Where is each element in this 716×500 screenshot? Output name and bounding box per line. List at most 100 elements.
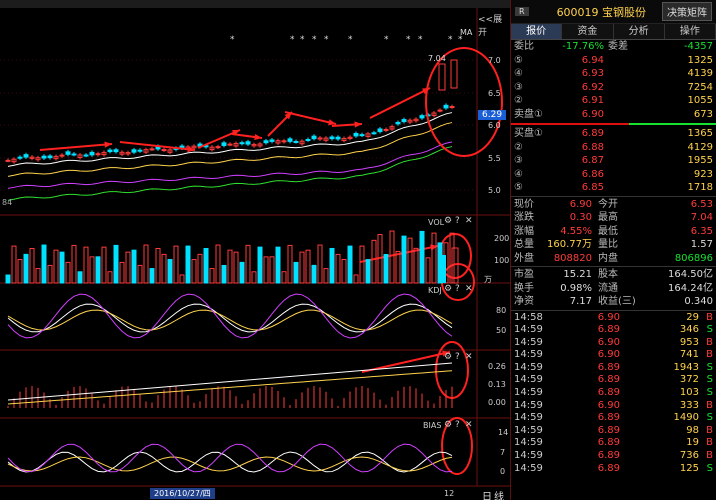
volume-bar: [293, 261, 299, 284]
order-book-row[interactable]: 买盘① 6.89 1365: [511, 127, 716, 141]
gear-icon[interactable]: ⚙: [444, 352, 452, 362]
order-book-row[interactable]: ⑤ 6.85 1718: [511, 181, 716, 195]
tick-row[interactable]: 14:59 6.89 736 B: [511, 450, 716, 463]
order-book-row[interactable]: ④ 6.86 923: [511, 168, 716, 182]
volume-bar: [341, 258, 347, 284]
volume-bar: [125, 251, 131, 284]
alert-star: *: [300, 35, 305, 45]
bias-tick: 7: [500, 448, 506, 457]
tick-side: B: [706, 336, 713, 348]
tick-row[interactable]: 14:59 6.90 741 B: [511, 349, 716, 362]
volume-bar: [389, 230, 395, 284]
bias-tick: 14: [498, 428, 509, 437]
volume-bar: [59, 251, 65, 284]
tick-list[interactable]: 14:58 6.90 29 B 14:59 6.89 346 S 14:59 6.90 953 B 14…: [511, 312, 716, 476]
volume-bar: [191, 259, 197, 284]
tick-row[interactable]: 14:59 6.90 953 B: [511, 337, 716, 350]
tick-time: 14:59: [514, 450, 543, 462]
stat-value: 15.21: [563, 269, 592, 280]
tab-funds[interactable]: 资金: [562, 24, 614, 39]
tick-side: S: [706, 387, 713, 399]
order-book-row[interactable]: ⑤ 6.94 1325: [511, 54, 716, 68]
level-label: ④: [514, 68, 523, 79]
gear-icon[interactable]: ⚙: [444, 420, 452, 430]
tick-volume: 29: [686, 311, 699, 323]
candle-body: [359, 134, 365, 137]
order-book-row[interactable]: ④ 6.93 4139: [511, 67, 716, 81]
volume-bar: [353, 274, 359, 284]
candle-body: [65, 151, 71, 155]
tick-row[interactable]: 14:59 6.89 98 B: [511, 425, 716, 438]
tick-row[interactable]: 14:59 6.89 125 S: [511, 463, 716, 476]
level-label: ②: [514, 141, 523, 153]
tick-volume: 125: [679, 462, 699, 474]
alert-star: *: [406, 35, 411, 45]
volume-bar: [317, 244, 323, 284]
stat-value: 7.04: [690, 212, 713, 223]
stat-label: 收益(三): [598, 296, 636, 307]
stat-value: 7.17: [569, 296, 592, 307]
tab-day[interactable]: 日: [482, 488, 492, 500]
candle-body: [269, 139, 275, 142]
volume-bar: [263, 256, 269, 284]
tab-operation[interactable]: 操作: [664, 24, 716, 39]
tab-quote[interactable]: 报价: [511, 24, 563, 39]
help-icon[interactable]: ?: [455, 216, 460, 226]
help-icon[interactable]: ?: [455, 420, 460, 430]
tick-row[interactable]: 14:59 6.89 19 B: [511, 437, 716, 450]
candle-body: [221, 142, 227, 146]
tick-volume: 372: [679, 374, 699, 386]
candle-body: [137, 149, 143, 152]
expand-toggle[interactable]: <<展开: [478, 12, 510, 38]
level-label: ③: [514, 155, 523, 166]
volume-bar: [383, 253, 389, 284]
close-icon[interactable]: ✕: [465, 352, 473, 362]
alert-star: *: [312, 35, 317, 45]
order-book-row[interactable]: ③ 6.92 7254: [511, 81, 716, 95]
candle-body: [353, 132, 359, 137]
tick-row[interactable]: 14:59 6.89 346 S: [511, 324, 716, 337]
order-book-row[interactable]: 卖盘① 6.90 673: [511, 108, 716, 122]
close-icon[interactable]: ✕: [465, 216, 473, 226]
decision-matrix-button[interactable]: 决策矩阵: [662, 2, 712, 21]
close-icon[interactable]: ✕: [465, 420, 473, 430]
gear-icon[interactable]: ⚙: [444, 216, 452, 226]
tab-line[interactable]: 线: [494, 488, 504, 500]
candle-body: [161, 149, 167, 152]
volume-bar: [53, 249, 59, 284]
order-book-row[interactable]: ② 6.91 1055: [511, 94, 716, 108]
tick-row[interactable]: 14:59 6.89 1490 S: [511, 412, 716, 425]
close-icon[interactable]: ✕: [465, 284, 473, 294]
tick-row[interactable]: 14:58 6.90 29 B: [511, 312, 716, 325]
peak-price-label: 7.04: [428, 54, 446, 63]
volume-bar: [65, 261, 71, 284]
tick-row[interactable]: 14:59 6.89 103 S: [511, 387, 716, 400]
help-icon[interactable]: ?: [455, 284, 460, 294]
candle-body: [149, 148, 155, 151]
level-volume: 1325: [687, 54, 713, 66]
level-label: 卖盘①: [514, 108, 543, 120]
tick-row[interactable]: 14:59 6.89 372 S: [511, 374, 716, 387]
volume-bar: [197, 253, 203, 284]
ma5-line: [7, 112, 453, 167]
tick-volume: 19: [686, 437, 699, 449]
kdj-k-line: [7, 303, 453, 333]
volume-bar: [233, 251, 239, 284]
gear-icon[interactable]: ⚙: [444, 284, 452, 294]
candle-body: [329, 136, 335, 140]
kline-chart-area[interactable]: * * * * * * * * * * * <<展开 MA 7.0 6.5 6.0 5.5 5.0 …: [0, 0, 510, 500]
tick-time: 14:59: [514, 349, 543, 361]
candle-body: [293, 140, 299, 143]
help-icon[interactable]: ?: [455, 352, 460, 362]
tick-row[interactable]: 14:59 6.90 333 B: [511, 400, 716, 413]
stat-label: 涨幅: [514, 225, 534, 237]
order-book-row[interactable]: ② 6.88 4129: [511, 141, 716, 155]
price-stats: 现价 6.90 今开 6.53 涨跌 0.30 最高 7.04 涨幅 4.55% 最低 6.35 总量 1…: [511, 198, 716, 266]
candle-body: [47, 155, 53, 159]
weicha-label: 委差: [608, 41, 628, 52]
tick-row[interactable]: 14:59 6.89 1943 S: [511, 362, 716, 375]
divider: [511, 195, 716, 197]
candle-body: [5, 159, 11, 162]
order-book-row[interactable]: ③ 6.87 1955: [511, 154, 716, 168]
tab-analysis[interactable]: 分析: [613, 24, 665, 39]
